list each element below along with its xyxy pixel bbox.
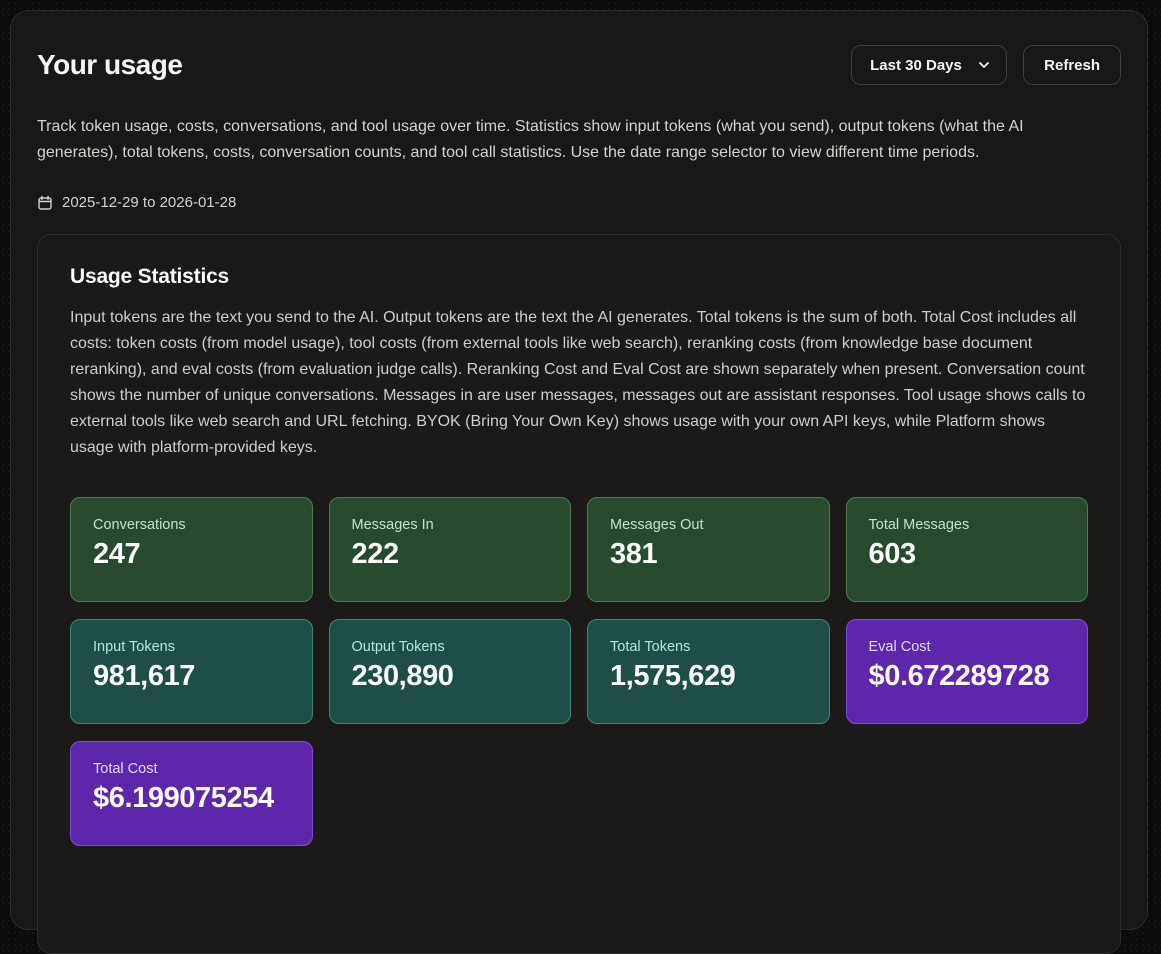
- usage-page-card: Your usage Last 30 Days Refresh Track to…: [10, 10, 1148, 930]
- page-header: Your usage Last 30 Days Refresh: [37, 45, 1121, 85]
- stat-value: 981,617: [93, 660, 290, 693]
- stat-label: Conversations: [93, 517, 290, 533]
- header-controls: Last 30 Days Refresh: [851, 45, 1121, 85]
- page-title: Your usage: [37, 49, 182, 81]
- usage-statistics-card: Usage Statistics Input tokens are the te…: [37, 234, 1121, 954]
- page-description: Track token usage, costs, conversations,…: [37, 114, 1099, 166]
- stat-label: Input Tokens: [93, 639, 290, 655]
- stat-card: Total Messages 603: [846, 497, 1089, 602]
- stat-card: Total Tokens 1,575,629: [587, 619, 830, 724]
- usage-statistics-description: Input tokens are the text you send to th…: [70, 305, 1088, 461]
- calendar-icon: [37, 195, 53, 211]
- stat-card: Total Cost $6.199075254: [70, 741, 313, 846]
- stat-label: Messages In: [352, 517, 549, 533]
- date-range-select-wrap: Last 30 Days: [851, 45, 1007, 85]
- stat-label: Output Tokens: [352, 639, 549, 655]
- stat-label: Total Cost: [93, 761, 290, 777]
- stat-card: Messages Out 381: [587, 497, 830, 602]
- stat-label: Messages Out: [610, 517, 807, 533]
- stat-label: Total Messages: [869, 517, 1066, 533]
- refresh-button[interactable]: Refresh: [1023, 45, 1121, 85]
- stat-value: 381: [610, 538, 807, 571]
- stat-value: 247: [93, 538, 290, 571]
- stat-label: Eval Cost: [869, 639, 1066, 655]
- usage-statistics-heading: Usage Statistics: [70, 265, 1088, 289]
- stat-card: Input Tokens 981,617: [70, 619, 313, 724]
- stat-value: $0.672289728: [869, 660, 1066, 693]
- stat-value: 230,890: [352, 660, 549, 693]
- date-range-text: 2025-12-29 to 2026-01-28: [62, 194, 236, 211]
- stat-card: Eval Cost $0.672289728: [846, 619, 1089, 724]
- stat-value: 222: [352, 538, 549, 571]
- stat-value: 603: [869, 538, 1066, 571]
- stat-card: Conversations 247: [70, 497, 313, 602]
- stat-value: $6.199075254: [93, 782, 290, 815]
- stat-label: Total Tokens: [610, 639, 807, 655]
- stat-value: 1,575,629: [610, 660, 807, 693]
- stat-card: Messages In 222: [329, 497, 572, 602]
- stat-card: Output Tokens 230,890: [329, 619, 572, 724]
- date-range-select[interactable]: Last 30 Days: [851, 45, 1007, 85]
- stats-grid: Conversations 247 Messages In 222 Messag…: [70, 497, 1088, 846]
- date-range-row: 2025-12-29 to 2026-01-28: [37, 194, 1121, 211]
